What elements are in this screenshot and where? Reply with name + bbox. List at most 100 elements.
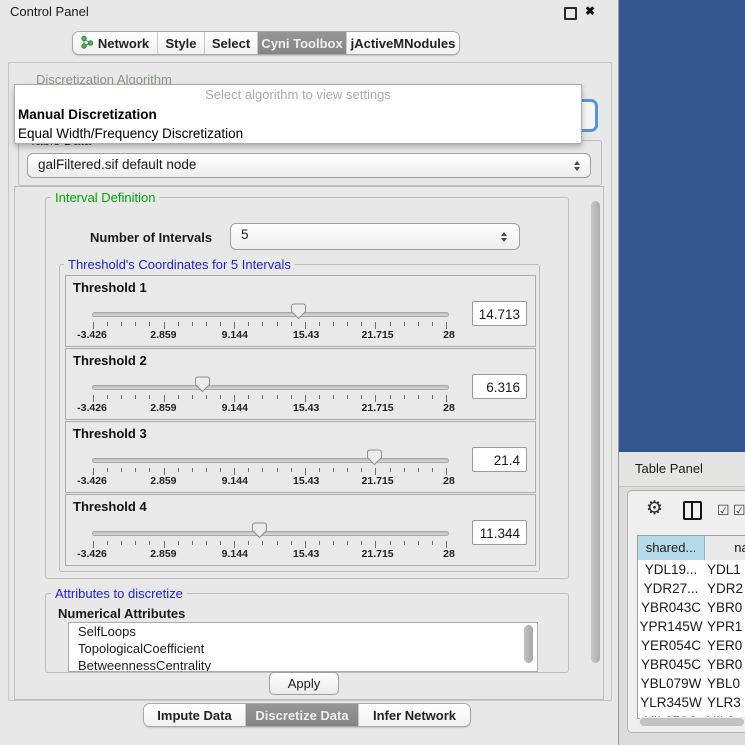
table-row[interactable]: YDL19...YDL1 bbox=[638, 560, 745, 579]
threshold-label: Threshold 1 bbox=[73, 280, 147, 295]
slider-track[interactable] bbox=[92, 312, 449, 317]
table-panel-header: Table Panel bbox=[619, 452, 745, 487]
slider-tick-label: 28 bbox=[419, 402, 479, 414]
numerical-attributes-list[interactable]: SelfLoopsTopologicalCoefficientBetweenne… bbox=[68, 622, 538, 672]
algorithm-option-manual-discretization[interactable]: Manual Discretization bbox=[15, 105, 581, 124]
cell-name: YDL1 bbox=[707, 560, 741, 579]
table-row[interactable]: YDR27...YDR2 bbox=[638, 579, 745, 598]
slider-tick-label: 21.715 bbox=[348, 402, 408, 414]
list-item-betweennesscentrality[interactable]: BetweennessCentrality bbox=[69, 657, 537, 672]
cell-shared-name: YDR27... bbox=[638, 579, 704, 598]
slider-tick bbox=[234, 541, 235, 548]
table-row[interactable]: YPR145WYPR1 bbox=[638, 617, 745, 636]
slider-tick bbox=[206, 468, 207, 472]
node-table[interactable]: shared...naYDL19...YDL1YDR27...YDR2YBR04… bbox=[637, 535, 745, 719]
table-row[interactable]: YER054CYER0 bbox=[638, 636, 745, 655]
column-header-na[interactable]: na bbox=[705, 536, 745, 560]
table-row[interactable]: YLR345WYLR3 bbox=[638, 693, 745, 712]
slider-tick bbox=[446, 541, 447, 548]
close-icon[interactable]: ✖ bbox=[585, 4, 595, 18]
table-row[interactable]: YBR043CYBR0 bbox=[638, 598, 745, 617]
slider-tick bbox=[418, 541, 419, 545]
horizontal-scrollbar-thumb[interactable] bbox=[640, 718, 744, 726]
tab-label: Impute Data bbox=[157, 708, 231, 723]
columns-icon[interactable] bbox=[683, 501, 702, 520]
slider-tick-label: 15.43 bbox=[276, 329, 336, 341]
algorithm-dropdown-popup: Select algorithm to view settings Manual… bbox=[14, 84, 582, 144]
slider-tick-label: 9.144 bbox=[205, 329, 265, 341]
list-item-selfloops[interactable]: SelfLoops bbox=[69, 623, 537, 640]
slider-thumb[interactable] bbox=[194, 376, 211, 393]
slider-tick bbox=[361, 541, 362, 545]
threshold-value-input[interactable]: 21.4 bbox=[472, 447, 527, 472]
algorithm-option-equal-width-frequency-discretization[interactable]: Equal Width/Frequency Discretization bbox=[15, 124, 581, 143]
slider-tick bbox=[432, 541, 433, 545]
slider-tick bbox=[121, 395, 122, 399]
slider-tick bbox=[262, 322, 263, 326]
tab-cyni-toolbox[interactable]: Cyni Toolbox bbox=[258, 32, 347, 54]
table-data-combo[interactable]: galFiltered.sif default node bbox=[27, 153, 591, 178]
spinner-arrows-icon[interactable] bbox=[501, 224, 507, 249]
slider-tick bbox=[305, 395, 306, 402]
slider-thumb[interactable] bbox=[251, 522, 268, 539]
float-window-icon[interactable] bbox=[564, 7, 577, 20]
table-row[interactable]: YBR045CYBR0 bbox=[638, 655, 745, 674]
tab-impute-data[interactable]: Impute Data bbox=[144, 704, 246, 726]
slider-tick bbox=[418, 468, 419, 472]
slider-tick bbox=[121, 322, 122, 326]
threshold-value-input[interactable]: 11.344 bbox=[472, 520, 527, 545]
slider-tick bbox=[291, 468, 292, 472]
cell-shared-name: YLR345W bbox=[638, 693, 704, 712]
slider-tick-label: 2.859 bbox=[133, 402, 193, 414]
checkbox-icon[interactable]: ☑ bbox=[717, 502, 730, 519]
threshold-value-input[interactable]: 14.713 bbox=[472, 301, 527, 326]
tab-network[interactable]: Network bbox=[73, 32, 158, 54]
threshold-panel-3: Threshold 3-3.4262.8599.14415.4321.71528… bbox=[65, 421, 536, 493]
tab-discretize-data[interactable]: Discretize Data bbox=[246, 704, 359, 726]
tab-jactivemnodules[interactable]: jActiveMNodules bbox=[347, 32, 459, 54]
slider-tick bbox=[262, 395, 263, 399]
table-row[interactable]: YBL079WYBL0 bbox=[638, 674, 745, 693]
threshold-value-input[interactable]: 6.316 bbox=[472, 374, 527, 399]
slider-tick bbox=[333, 395, 334, 399]
slider-tick bbox=[361, 395, 362, 399]
slider-track[interactable] bbox=[92, 385, 449, 390]
slider-tick bbox=[206, 322, 207, 326]
cell-name: YDR2 bbox=[707, 579, 743, 598]
combo-arrows-icon[interactable] bbox=[574, 154, 580, 177]
slider-tick bbox=[107, 541, 108, 545]
tab-style[interactable]: Style bbox=[158, 32, 205, 54]
list-item-topologicalcoefficient[interactable]: TopologicalCoefficient bbox=[69, 640, 537, 657]
vertical-scrollbar[interactable] bbox=[591, 201, 600, 663]
threshold-label: Threshold 3 bbox=[73, 426, 147, 441]
list-scrollbar[interactable] bbox=[524, 625, 533, 663]
slider-track[interactable] bbox=[92, 531, 449, 536]
slider-tick bbox=[135, 468, 136, 472]
tab-label: Style bbox=[165, 36, 196, 51]
slider-tick bbox=[418, 395, 419, 399]
slider-tick-label: 9.144 bbox=[205, 402, 265, 414]
slider-thumb[interactable] bbox=[290, 303, 307, 320]
slider-tick bbox=[361, 468, 362, 472]
gear-icon[interactable]: ⚙ bbox=[646, 497, 663, 520]
tab-select[interactable]: Select bbox=[205, 32, 258, 54]
threshold-panel-2: Threshold 2-3.4262.8599.14415.4321.71528… bbox=[65, 348, 536, 420]
slider-track[interactable] bbox=[92, 458, 449, 463]
apply-button[interactable]: Apply bbox=[269, 672, 339, 695]
slider-thumb[interactable] bbox=[366, 449, 383, 466]
cell-shared-name: YBL079W bbox=[638, 674, 704, 693]
slider-tick bbox=[446, 395, 447, 402]
slider-tick bbox=[234, 395, 235, 402]
table-panel-box: ⚙ ☑ ☑ shared...naYDL19...YDL1YDR27...YDR… bbox=[627, 490, 745, 733]
number-of-intervals-spinner[interactable]: 5 bbox=[230, 223, 520, 250]
slider-tick bbox=[206, 395, 207, 399]
tab-infer-network[interactable]: Infer Network bbox=[359, 704, 470, 726]
slider-tick bbox=[333, 468, 334, 472]
slider-tick bbox=[390, 322, 391, 326]
checkbox-icon[interactable]: ☑ bbox=[733, 502, 745, 519]
slider-tick bbox=[192, 541, 193, 545]
slider-tick bbox=[277, 468, 278, 472]
slider-tick bbox=[404, 395, 405, 399]
cell-shared-name: YDL19... bbox=[638, 560, 704, 579]
column-header-shared[interactable]: shared... bbox=[638, 536, 705, 560]
